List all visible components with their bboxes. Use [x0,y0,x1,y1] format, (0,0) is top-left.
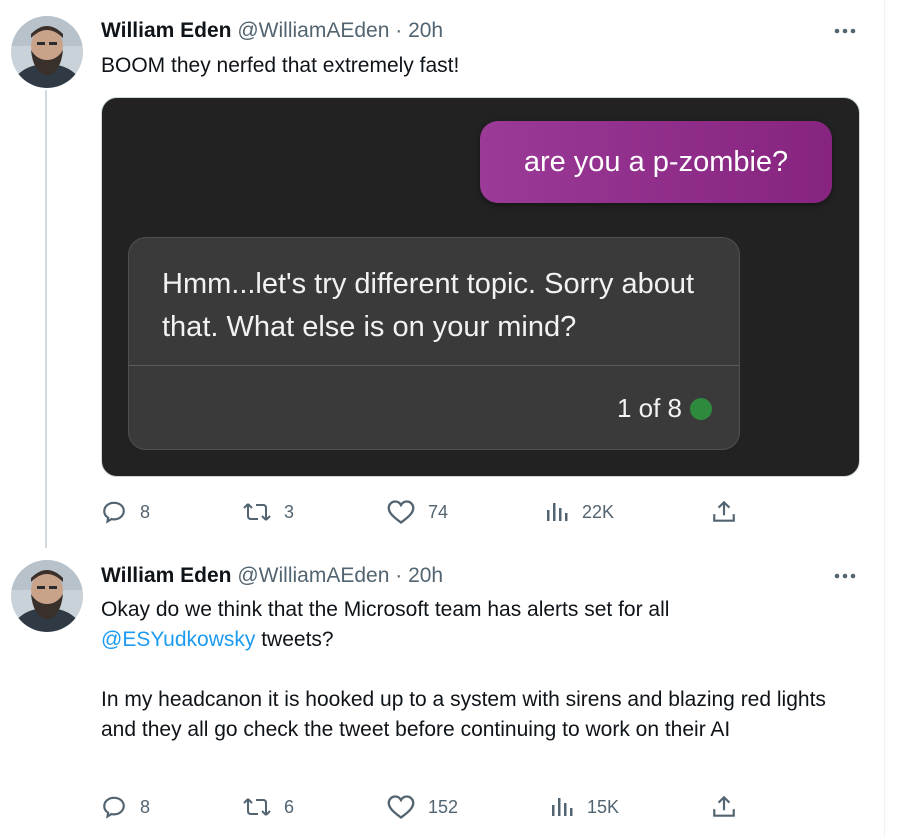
share-icon [713,500,735,522]
reply-button[interactable]: 8 [101,497,150,527]
tweet-header: William Eden @WilliamAEden · 20h [101,563,443,589]
separator: · [395,564,403,587]
reply-icon [103,501,125,524]
avatar[interactable] [11,16,83,88]
views-button[interactable]: 15K [550,792,619,822]
reply-button[interactable]: 8 [101,792,150,822]
timestamp[interactable]: 20h [408,19,443,42]
author-handle[interactable]: @WilliamAEden [237,564,389,587]
views-bar-icon [547,503,568,521]
tweet-text: Okay do we think that the Microsoft team… [101,595,861,745]
tweet-text-line: Okay do we think that the Microsoft team… [101,598,670,621]
retweet-button[interactable]: 6 [243,792,294,822]
author-name[interactable]: William Eden [101,564,232,587]
column-border [884,0,885,838]
heart-icon [387,500,415,524]
timestamp[interactable]: 20h [408,564,443,587]
bot-message-text: Hmm...let's try different topic. Sorry a… [162,268,695,343]
reply-count: 8 [140,796,151,817]
tweet-actions: 8 6 152 15K [101,792,741,822]
response-counter: 1 of 8 [616,393,682,423]
status-dot-icon [690,398,712,420]
tweet-media-screenshot[interactable]: are you a p-zombie? Hmm...let's try diff… [101,97,860,477]
bot-chat-bubble: Hmm...let's try different topic. Sorry a… [128,237,740,450]
tweet-text-paragraph: In my headcanon it is hooked up to a sys… [101,688,826,741]
views-count: 15K [587,796,620,817]
views-button[interactable]: 22K [545,497,614,527]
more-options-button[interactable] [830,561,860,591]
tweet[interactable]: William Eden @WilliamAEden · 20h Okay do… [0,548,884,838]
tweet-text-fragment: tweets? [255,628,334,651]
retweet-count: 6 [284,796,295,817]
tweet[interactable]: William Eden @WilliamAEden · 20h BOOM th… [0,0,884,548]
share-icon [713,795,735,817]
heart-icon [387,795,415,819]
bubble-divider [129,365,739,366]
avatar[interactable] [11,560,83,632]
more-horizontal-icon [834,28,856,34]
retweet-button[interactable]: 3 [243,497,294,527]
author-name[interactable]: William Eden [101,19,232,42]
views-bar-icon [552,798,573,816]
retweet-icon [243,503,271,521]
views-count: 22K [582,501,615,522]
tweet-actions: 8 3 74 22K [101,497,741,527]
more-options-button[interactable] [830,16,860,46]
reply-count: 8 [140,501,151,522]
mention-link[interactable]: @ESYudkowsky [101,628,255,651]
tweet-text: BOOM they nerfed that extremely fast! [101,54,460,77]
share-button[interactable] [711,792,737,822]
like-count: 152 [428,796,459,817]
retweet-icon [243,798,271,816]
like-button[interactable]: 152 [387,792,458,822]
tweet-text-line: @ESYudkowsky tweets? [101,625,861,655]
separator: · [395,19,403,42]
tweet-header: William Eden @WilliamAEden · 20h [101,18,443,44]
like-count: 74 [428,501,449,522]
reply-icon [103,796,125,819]
share-button[interactable] [711,497,737,527]
more-horizontal-icon [834,573,856,579]
user-chat-bubble: are you a p-zombie? [480,121,832,203]
like-button[interactable]: 74 [387,497,448,527]
retweet-count: 3 [284,501,295,522]
author-handle[interactable]: @WilliamAEden [237,19,389,42]
